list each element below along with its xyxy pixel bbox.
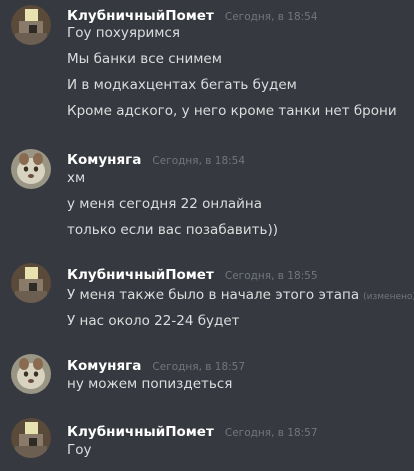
avatar[interactable] [11, 149, 51, 189]
message-text: только если вас позабавить)) [67, 222, 278, 238]
username[interactable]: КлубничныйПомет [67, 267, 214, 283]
timestamp: Сегодня, в 18:57 [152, 361, 246, 373]
message-text: Гоу похуяримся [67, 25, 181, 41]
message-text: хм [67, 170, 86, 186]
edited-label: (изменено) [363, 292, 414, 302]
avatar[interactable] [11, 263, 51, 303]
avatar[interactable] [11, 354, 51, 394]
message-text: У меня также было в начале этого этапа (и… [67, 287, 414, 303]
avatar[interactable] [11, 418, 51, 458]
message-text: у меня сегодня 22 онлайна [67, 196, 262, 212]
message-text: Кроме адского, у него кроме танки нет бр… [67, 103, 397, 119]
timestamp: Сегодня, в 18:55 [224, 270, 318, 282]
username[interactable]: Комуняга [67, 358, 141, 374]
message-text: ну можем попиздеться [67, 376, 233, 392]
username[interactable]: КлубничныйПомет [67, 424, 214, 440]
message-header: Комуняга Сегодня, в 18:57 [67, 355, 245, 374]
message-text: Мы банки все снимем [67, 51, 222, 67]
message-text-content: У меня также было в начале этого этапа [67, 287, 360, 303]
timestamp: Сегодня, в 18:57 [224, 427, 318, 439]
avatar[interactable] [11, 5, 51, 45]
timestamp: Сегодня, в 18:54 [224, 11, 318, 23]
username[interactable]: КлубничныйПомет [67, 8, 214, 24]
message-header: КлубничныйПомет Сегодня, в 18:57 [67, 421, 318, 440]
message-text: У нас около 22-24 будет [67, 313, 240, 329]
message-header: КлубничныйПомет Сегодня, в 18:55 [67, 264, 318, 283]
username[interactable]: Комуняга [67, 152, 141, 168]
message-header: Комуняга Сегодня, в 18:54 [67, 149, 245, 168]
message-header: КлубничныйПомет Сегодня, в 18:54 [67, 5, 318, 24]
message-text: И в модкахцентах бегать будем [67, 77, 297, 93]
message-text: Гоу [67, 442, 92, 458]
timestamp: Сегодня, в 18:54 [152, 155, 246, 167]
